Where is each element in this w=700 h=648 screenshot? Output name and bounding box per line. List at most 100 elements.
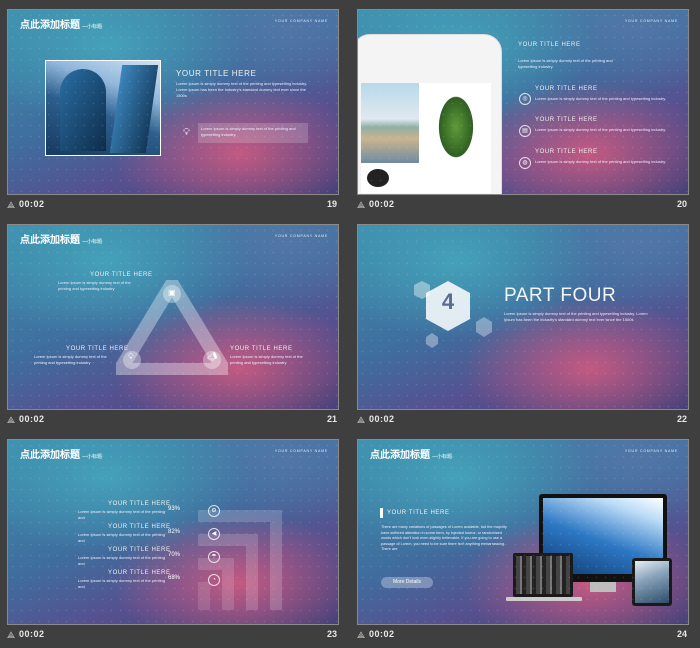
slide-body-text: There are many variations of passages of… (381, 525, 507, 552)
part-title: PART FOUR (504, 285, 617, 306)
item-3-title: YOUR TITLE HERE (535, 149, 598, 155)
gear-icon: ⚙ (208, 505, 220, 517)
left-title: YOUR TITLE HERE (66, 346, 129, 352)
lightbulb-icon: 💡︎ (128, 352, 134, 361)
slide-thumbnail-23[interactable]: 点此添加标题 —小标题 YOUR COMPANY NAME YOUR TITLE … (7, 439, 339, 648)
slide-body-text: Lorem Ipsum is simply dummy text of the … (518, 58, 613, 69)
clock-icon: ◔ (208, 574, 220, 586)
right-title: YOUR TITLE HERE (230, 346, 293, 352)
slide-header-title: 点此添加标题 —小标题 (370, 450, 453, 461)
plant-photo (421, 83, 491, 193)
company-name: YOUR COMPANY NAME (274, 449, 328, 453)
slide-body-text: Lorem Ipsum is simply dummy text of the … (176, 81, 308, 98)
slide-canvas: 点此添加标题 —小标题 YOUR COMPANY NAME YOUR TITLE … (357, 439, 689, 625)
right-body: Lorem Ipsum is simply dummy text of the … (230, 354, 303, 365)
row-2-body: Lorem Ipsum is simply dummy text of the … (78, 532, 165, 543)
animation-icon: ⟁ (357, 630, 366, 640)
row-1-title: YOUR TITLE HERE (108, 501, 171, 507)
umbrella-icon: ☂ (208, 551, 220, 563)
slide-duration: 00:02 (19, 199, 45, 209)
slide-body-text: Lorem Ipsum is simply dummy text of the … (504, 311, 648, 322)
left-body: Lorem Ipsum is simply dummy text of the … (34, 354, 107, 365)
slide-footer: ⟁ 00:02 21 (7, 410, 339, 433)
row-3-body: Lorem Ipsum is simply dummy text of the … (78, 555, 165, 566)
slide-footer: ⟁ 00:02 19 (7, 195, 339, 218)
row-1-percent: 93% (168, 506, 181, 512)
laptop-mockup (513, 553, 573, 597)
lightbulb-icon: 💡︎ (183, 127, 190, 138)
slide-number: 23 (326, 629, 337, 639)
slide-canvas: 点此添加标题 —小标题 YOUR COMPANY NAME YOUR TITLE … (7, 9, 339, 195)
globe-icon: ◍ (519, 157, 531, 169)
more-details-button[interactable]: More Details (381, 577, 433, 588)
row-3-title: YOUR TITLE HERE (108, 547, 171, 553)
slide-header-title: 点此添加标题 —小标题 (20, 235, 103, 246)
animation-icon: ⟁ (357, 415, 366, 425)
slide-footer: ⟁ 00:02 22 (357, 410, 689, 433)
top-body: Lorem Ipsum is simply dummy text of the … (58, 280, 131, 291)
seaside-photo (361, 83, 419, 163)
row-2-title: YOUR TITLE HERE (108, 524, 171, 530)
slide-canvas: 点此添加标题 —小标题 YOUR COMPANY NAME ▣ 💡︎ 📣︎ YOU… (7, 224, 339, 410)
slide-title: YOUR TITLE HERE (387, 510, 450, 516)
slide-thumbnail-21[interactable]: 点此添加标题 —小标题 YOUR COMPANY NAME ▣ 💡︎ 📣︎ YOU… (7, 224, 339, 433)
animation-icon: ⟁ (7, 630, 16, 640)
slide-thumbnail-22[interactable]: 4 PART FOUR Lorem Ipsum is simply dummy … (357, 224, 689, 433)
slide-thumbnail-19[interactable]: 点此添加标题 —小标题 YOUR COMPANY NAME YOUR TITLE … (7, 9, 339, 218)
company-name: YOUR COMPANY NAME (624, 19, 678, 23)
company-name: YOUR COMPANY NAME (274, 234, 328, 238)
slide-duration: 00:02 (19, 414, 45, 424)
item-2-title: YOUR TITLE HERE (535, 117, 598, 123)
slide-duration: 00:02 (369, 199, 395, 209)
megaphone-icon: ◀ (208, 528, 220, 540)
animation-icon: ⟁ (7, 415, 16, 425)
row-3-percent: 70% (168, 552, 181, 558)
company-name: YOUR COMPANY NAME (274, 19, 328, 23)
part-number: 4 (441, 289, 455, 314)
item-1-title: YOUR TITLE HERE (535, 86, 598, 92)
title-accent-bar (380, 508, 383, 518)
row-4-percent: 68% (168, 575, 181, 581)
hexagon-cluster (414, 281, 492, 348)
laptop-base (506, 597, 582, 601)
item-1-body: Lorem Ipsum is simply dummy text of the … (535, 96, 667, 101)
slide-thumbnail-24[interactable]: 点此添加标题 —小标题 YOUR COMPANY NAME YOUR TITLE … (357, 439, 689, 648)
caption-text: Lorem Ipsum is simply dummy text of the … (201, 126, 296, 137)
tower-photo (635, 561, 669, 603)
server-photo (516, 556, 570, 594)
slide-number: 20 (676, 199, 687, 209)
monitor-stand (590, 582, 616, 592)
slide-footer: ⟁ 00:02 20 (357, 195, 689, 218)
slide-title: YOUR TITLE HERE (176, 69, 257, 78)
target-icon: ◎ (519, 93, 531, 105)
slide-canvas: 4 PART FOUR Lorem Ipsum is simply dummy … (357, 224, 689, 410)
top-title: YOUR TITLE HERE (90, 272, 153, 278)
slide-duration: 00:02 (19, 629, 45, 639)
slide-number: 21 (326, 414, 337, 424)
animation-icon: ⟁ (7, 200, 16, 210)
slide-header-title: 点此添加标题 —小标题 (20, 20, 103, 31)
tablet-mockup (632, 558, 672, 606)
item-2-body: Lorem Ipsum is simply dummy text of the … (535, 127, 667, 132)
phone-mockup (358, 34, 502, 194)
row-1-body: Lorem Ipsum is simply dummy text of the … (78, 509, 165, 520)
slide-number: 24 (676, 629, 687, 639)
slide-number: 19 (326, 199, 337, 209)
chart-icon: ▤ (519, 125, 531, 137)
slide-title: YOUR TITLE HERE (518, 42, 581, 48)
slide-duration: 00:02 (369, 414, 395, 424)
slide-canvas: YOUR COMPANY NAME YOUR TITLE HERE Lorem … (357, 9, 689, 195)
megaphone-icon: 📣︎ (207, 352, 218, 361)
slide-number: 22 (676, 414, 687, 424)
slide-footer: ⟁ 00:02 24 (357, 625, 689, 648)
animation-icon: ⟁ (357, 200, 366, 210)
slide-thumbnail-20[interactable]: YOUR COMPANY NAME YOUR TITLE HERE Lorem … (357, 9, 689, 218)
item-3-body: Lorem Ipsum is simply dummy text of the … (535, 159, 667, 164)
slide-canvas: 点此添加标题 —小标题 YOUR COMPANY NAME YOUR TITLE … (7, 439, 339, 625)
row-4-title: YOUR TITLE HERE (108, 570, 171, 576)
slide-footer: ⟁ 00:02 23 (7, 625, 339, 648)
document-icon: ▣ (168, 288, 176, 297)
slide-header-title: 点此添加标题 —小标题 (20, 450, 103, 461)
slide-duration: 00:02 (369, 629, 395, 639)
building-photo (45, 60, 161, 156)
